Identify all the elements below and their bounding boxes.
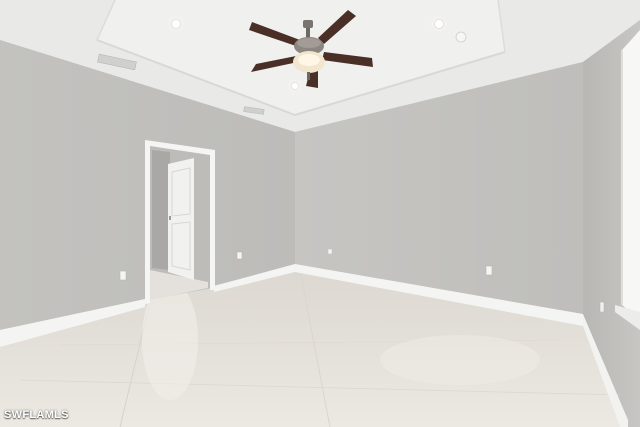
- room-photo: SWFLAMLS: [0, 0, 640, 427]
- watermark: SWFLAMLS: [4, 409, 69, 421]
- door-knob: [169, 216, 171, 220]
- outlet-mid: [236, 251, 243, 260]
- hallway-wall: [152, 150, 170, 270]
- window-recess: [622, 30, 640, 320]
- outlet-back: [485, 265, 493, 276]
- smoke-detector: [455, 31, 467, 43]
- outlet-left: [119, 270, 127, 281]
- room-illustration: [0, 0, 640, 427]
- outlet-right: [599, 301, 605, 313]
